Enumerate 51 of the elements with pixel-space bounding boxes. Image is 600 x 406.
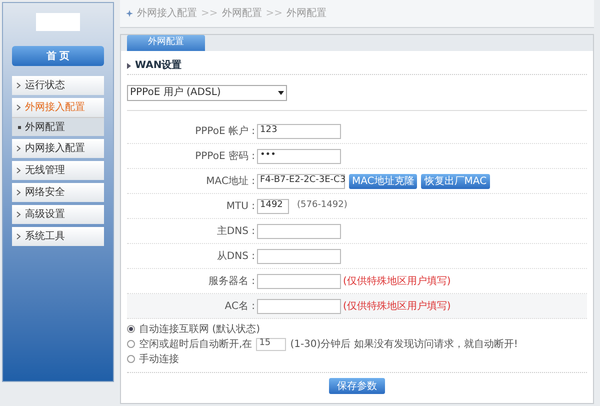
- chevron-icon: [16, 82, 21, 89]
- text-field[interactable]: 123: [257, 124, 341, 138]
- triangle-icon: [127, 62, 131, 68]
- chevron-icon: [16, 189, 21, 196]
- radio-button[interactable]: [127, 325, 135, 333]
- field-note: (仅供特殊地区用户填写): [343, 300, 451, 314]
- text-field[interactable]: •••: [257, 148, 341, 164]
- field-label: 主DNS :: [216, 224, 256, 238]
- field-label: MAC地址 :: [205, 174, 256, 188]
- radio-note: (1-30)分钟后 如果没有发现访问请求，就自动断开!: [290, 338, 518, 352]
- field-label: PPPoE 密码 :: [194, 150, 256, 164]
- logo-placeholder: [36, 13, 80, 31]
- text-field[interactable]: 1492: [257, 198, 289, 214]
- chevron-icon: [16, 167, 21, 174]
- sidebar-item[interactable]: 运行状态: [12, 76, 104, 95]
- connection-type-select[interactable]: PPPoE 用户 (ADSL): [127, 84, 287, 100]
- sidebar-item[interactable]: 无线管理: [12, 161, 104, 180]
- sidebar-subitem[interactable]: 外网配置: [12, 117, 104, 136]
- text-field[interactable]: [257, 298, 341, 314]
- text-field[interactable]: F4-B7-E2-2C-3E-C3: [257, 174, 345, 188]
- field-label: AC名 :: [224, 300, 256, 314]
- field-label: 从DNS :: [216, 250, 256, 264]
- sidebar-item[interactable]: 系统工具: [12, 227, 104, 246]
- sidebar-item[interactable]: 内网接入配置: [12, 139, 104, 158]
- chevron-icon: [16, 233, 21, 240]
- dropdown-icon: [278, 90, 284, 94]
- breadcrumb-separator: >>: [266, 7, 283, 21]
- text-field[interactable]: [257, 274, 341, 288]
- chevron-icon: [16, 104, 21, 111]
- range-hint: (576-1492): [297, 199, 348, 212]
- home-button[interactable]: 首 页: [12, 46, 104, 66]
- star-icon: [126, 10, 133, 17]
- text-field[interactable]: [257, 248, 341, 264]
- radio-button[interactable]: [127, 340, 135, 348]
- radio-label: 手动连接: [139, 352, 179, 366]
- bullet-icon: [18, 126, 21, 128]
- field-label: MTU :: [225, 200, 256, 214]
- minutes-field[interactable]: 15: [256, 338, 286, 350]
- text-field[interactable]: [257, 224, 341, 238]
- radio-button[interactable]: [127, 355, 135, 363]
- sidebar-item[interactable]: 网络安全: [12, 183, 104, 202]
- chevron-icon: [16, 211, 21, 218]
- radio-label: 空闲或超时后自动断开,在: [139, 338, 252, 352]
- field-note: (仅供特殊地区用户填写): [343, 274, 451, 288]
- field-label: 服务器名 :: [207, 274, 256, 288]
- radio-label: 自动连接互联网 (默认状态): [139, 322, 260, 336]
- breadcrumb-separator: >>: [201, 7, 218, 21]
- sidebar-item[interactable]: 高级设置: [12, 205, 104, 224]
- chevron-icon: [16, 145, 21, 152]
- field-label: PPPoE 帐户 :: [194, 124, 256, 138]
- section-title: WAN设置: [135, 58, 182, 73]
